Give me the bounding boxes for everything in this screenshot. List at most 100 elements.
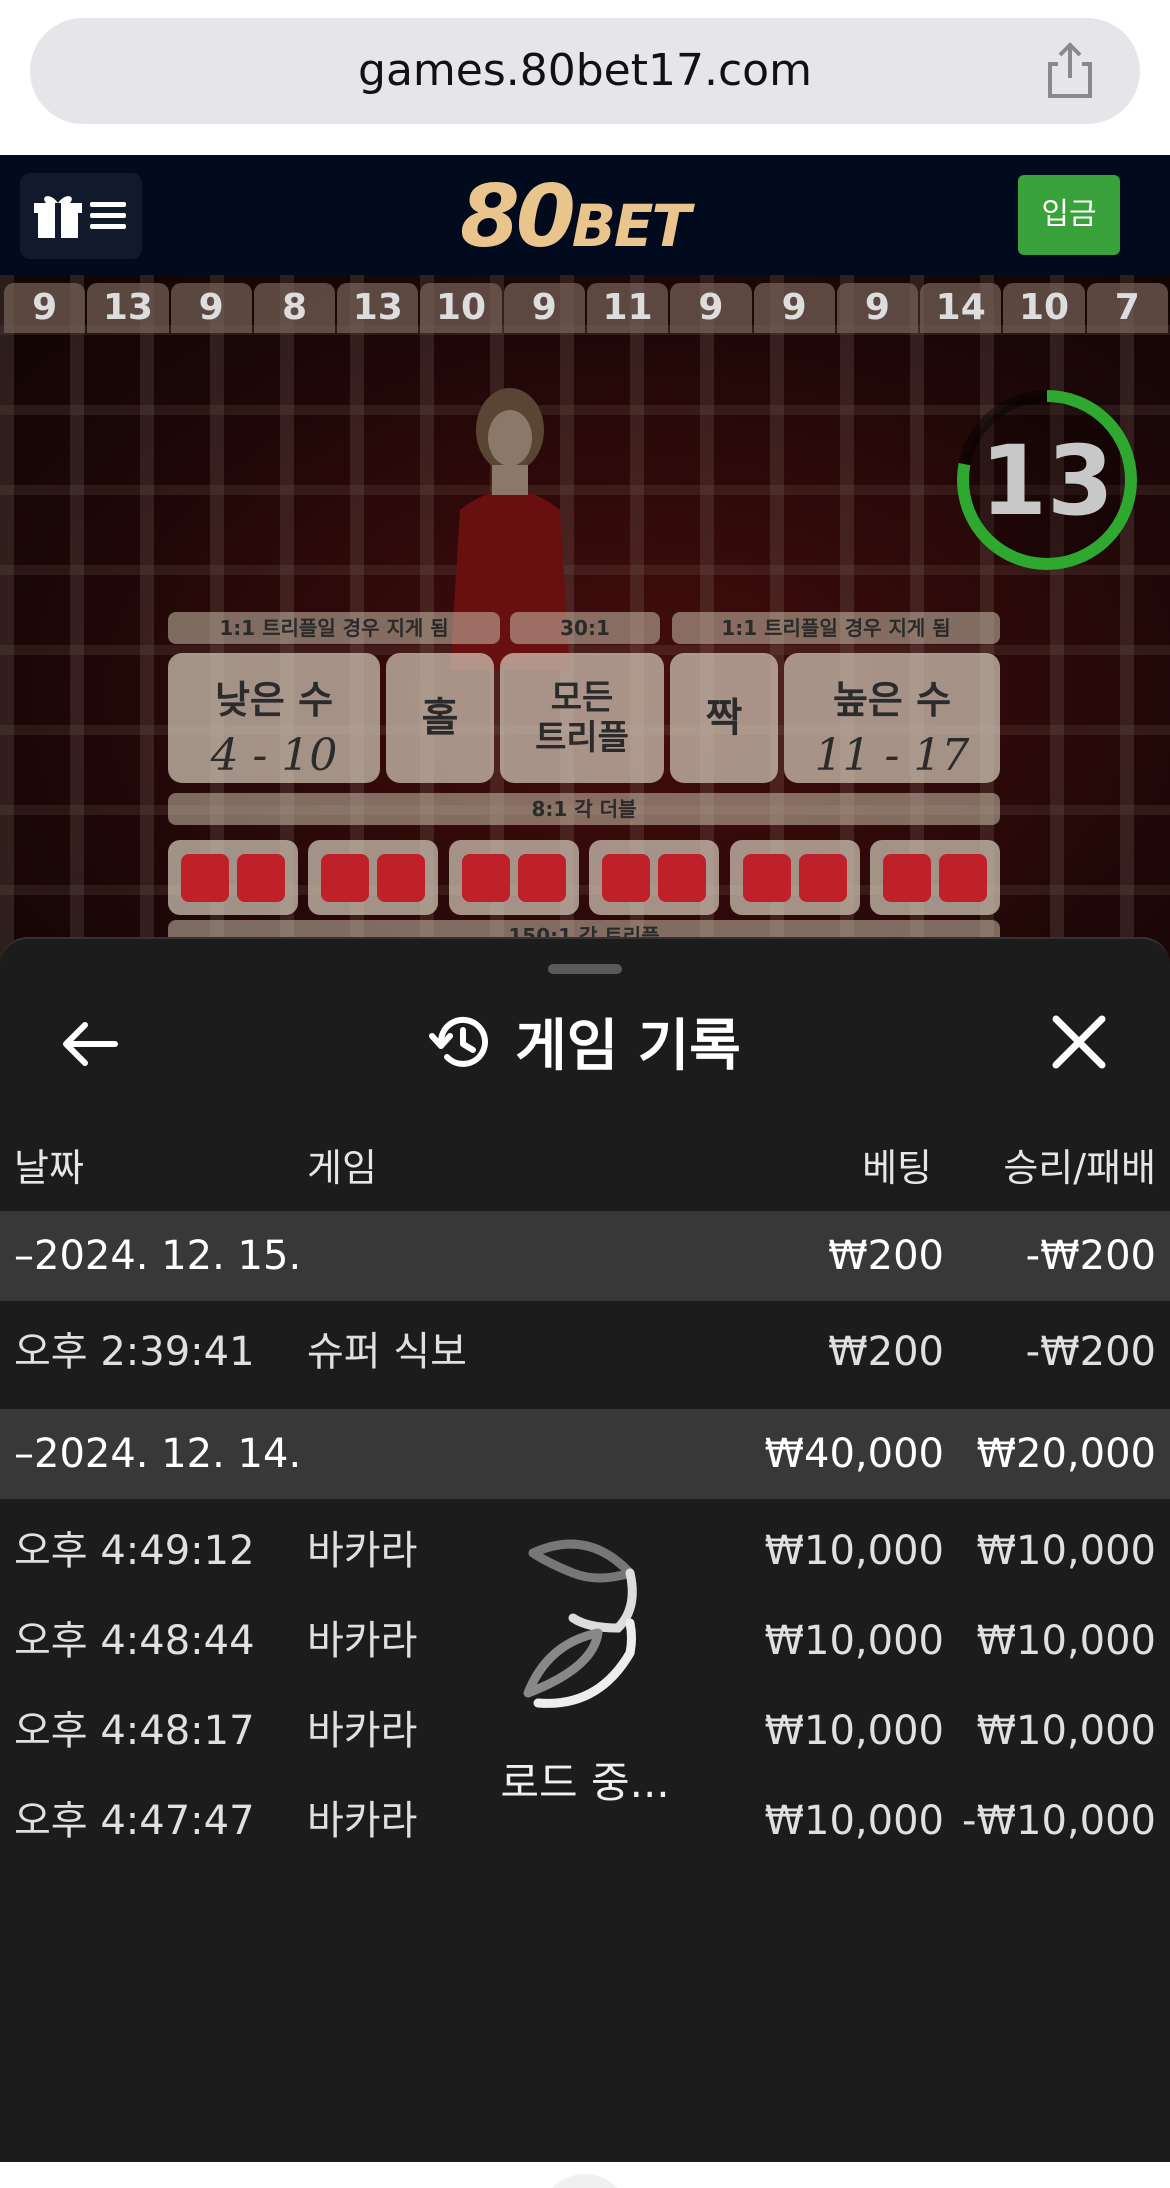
url-text[interactable]: games.80bet17.com bbox=[30, 18, 1140, 124]
bet-double-2[interactable] bbox=[308, 840, 439, 915]
die-icon bbox=[321, 853, 370, 902]
bet-low-title: 낮은 수 bbox=[214, 678, 334, 722]
bet-double-5[interactable] bbox=[729, 840, 860, 915]
deposit-button[interactable]: 입금 bbox=[1018, 175, 1120, 255]
date-group-row[interactable]: –2024. 12. 14. ₩40,000 ₩20,000 bbox=[0, 1409, 1170, 1499]
history-number: 14 bbox=[920, 283, 1002, 333]
die-icon bbox=[658, 853, 707, 902]
row-result: ₩10,000 bbox=[976, 1528, 1156, 1574]
result-history-strip: 9 13 9 8 13 10 9 11 9 9 9 14 10 7 bbox=[0, 283, 1170, 333]
bet-low[interactable]: 낮은 수 4 - 10 bbox=[168, 653, 380, 783]
bet-odd-label: 홀 bbox=[421, 695, 459, 741]
history-icon bbox=[429, 1016, 489, 1067]
triple-lose-label-left: 1:1 트리플일 경우 지게 됨 bbox=[168, 612, 500, 644]
row-bet: ₩10,000 bbox=[764, 1618, 944, 1664]
die-icon bbox=[237, 853, 285, 902]
die-icon bbox=[798, 853, 847, 902]
game-history-sheet: 게임 기록 날짜 게임 베팅 승리/패배 –2024. 12. 15. ₩200… bbox=[0, 937, 1170, 2162]
die-icon bbox=[181, 853, 229, 902]
die-icon bbox=[742, 853, 791, 902]
group-bet-total: ₩200 bbox=[828, 1233, 944, 1279]
close-icon[interactable] bbox=[1046, 1009, 1112, 1075]
row-result: -₩10,000 bbox=[962, 1798, 1156, 1844]
gift-icon bbox=[34, 196, 82, 238]
bet-any-triple[interactable]: 모든 트리플 bbox=[500, 653, 664, 783]
row-game: 바카라 bbox=[307, 1618, 418, 1664]
history-number: 10 bbox=[1003, 283, 1085, 333]
row-time: 오후 2:39:41 bbox=[14, 1329, 255, 1375]
history-number: 9 bbox=[4, 283, 86, 333]
row-game: 바카라 bbox=[307, 1708, 418, 1754]
row-bet: ₩10,000 bbox=[764, 1528, 944, 1574]
die-icon bbox=[377, 853, 426, 902]
logo-word: BET bbox=[571, 192, 691, 260]
row-time: 오후 4:48:17 bbox=[14, 1708, 255, 1754]
bet-double-6[interactable] bbox=[869, 840, 1000, 915]
bet-any-triple-line1: 모든 bbox=[550, 678, 614, 718]
group-bet-total: ₩40,000 bbox=[764, 1431, 944, 1477]
history-number: 7 bbox=[1086, 283, 1168, 333]
history-number: 9 bbox=[670, 283, 752, 333]
history-number: 9 bbox=[503, 283, 585, 333]
browser-bar: games.80bet17.com bbox=[0, 0, 1170, 155]
group-date: –2024. 12. 14. bbox=[14, 1431, 302, 1477]
gift-menu-button[interactable] bbox=[20, 173, 142, 259]
bet-double-3[interactable] bbox=[448, 840, 579, 915]
bet-high-range: 11 - 17 bbox=[814, 730, 970, 781]
history-number: 9 bbox=[836, 283, 919, 333]
row-game: 바카라 bbox=[307, 1798, 418, 1844]
bet-even-label: 짝 bbox=[705, 695, 743, 741]
bet-even[interactable]: 짝 bbox=[670, 653, 778, 783]
column-header-date: 날짜 bbox=[14, 1146, 84, 1190]
triple-lose-label-right: 1:1 트리플일 경우 지게 됨 bbox=[672, 612, 1000, 644]
double-bets-row bbox=[168, 840, 1000, 915]
share-icon[interactable] bbox=[1040, 40, 1100, 100]
sheet-title-row: 게임 기록 bbox=[0, 1001, 1170, 1081]
countdown-number: 13 bbox=[980, 425, 1114, 537]
bet-any-triple-line2: 트리플 bbox=[535, 718, 629, 758]
sheet-title: 게임 기록 bbox=[515, 1014, 741, 1079]
history-number: 13 bbox=[337, 283, 419, 333]
bet-double-4[interactable] bbox=[589, 840, 720, 915]
hamburger-icon bbox=[90, 202, 126, 229]
logo-number: 80 bbox=[460, 167, 576, 267]
row-game: 바카라 bbox=[307, 1528, 418, 1574]
bet-double-1[interactable] bbox=[168, 840, 298, 915]
sheet-grabber[interactable] bbox=[548, 964, 622, 974]
column-header-game: 게임 bbox=[307, 1146, 377, 1190]
game-stage: 9 13 9 8 13 10 9 11 9 9 9 14 10 7 13 1:1… bbox=[0, 275, 1170, 975]
row-game: 슈퍼 식보 bbox=[307, 1329, 467, 1375]
loading-text: 로드 중... bbox=[500, 1758, 670, 1807]
history-number: 9 bbox=[170, 283, 252, 333]
site-logo[interactable]: 80BET bbox=[460, 167, 691, 267]
die-icon bbox=[602, 853, 651, 902]
die-icon bbox=[938, 853, 987, 902]
history-row[interactable]: 오후 2:39:41 슈퍼 식보 ₩200 -₩200 bbox=[0, 1307, 1170, 1397]
history-number: 10 bbox=[420, 283, 502, 333]
bet-high[interactable]: 높은 수 11 - 17 bbox=[784, 653, 1000, 783]
die-icon bbox=[517, 853, 566, 902]
row-result: ₩10,000 bbox=[976, 1618, 1156, 1664]
row-bet: ₩200 bbox=[828, 1329, 944, 1375]
date-group-row[interactable]: –2024. 12. 15. ₩200 -₩200 bbox=[0, 1211, 1170, 1301]
group-result-total: -₩200 bbox=[1025, 1233, 1156, 1279]
double-odds-label: 8:1 각 더블 bbox=[168, 793, 1000, 825]
row-result: ₩10,000 bbox=[976, 1708, 1156, 1754]
site-header: 80BET 입금 bbox=[0, 155, 1170, 275]
any-triple-odds-label: 30:1 bbox=[510, 612, 660, 644]
row-time: 오후 4:47:47 bbox=[14, 1798, 255, 1844]
bet-high-title: 높은 수 bbox=[832, 678, 952, 722]
die-icon bbox=[882, 853, 931, 902]
bet-odd[interactable]: 홀 bbox=[386, 653, 494, 783]
column-header-result: 승리/패배 bbox=[1003, 1146, 1156, 1190]
history-number: 9 bbox=[753, 283, 835, 333]
address-bar[interactable]: games.80bet17.com bbox=[30, 18, 1140, 124]
row-time: 오후 4:49:12 bbox=[14, 1528, 255, 1574]
history-number: 11 bbox=[586, 283, 669, 333]
history-number: 13 bbox=[87, 283, 169, 333]
loading-spinner-icon bbox=[523, 1539, 637, 1708]
bet-low-range: 4 - 10 bbox=[210, 730, 338, 781]
row-time: 오후 4:48:44 bbox=[14, 1618, 255, 1664]
row-result: -₩200 bbox=[1025, 1329, 1156, 1375]
group-result-total: ₩20,000 bbox=[976, 1431, 1156, 1477]
